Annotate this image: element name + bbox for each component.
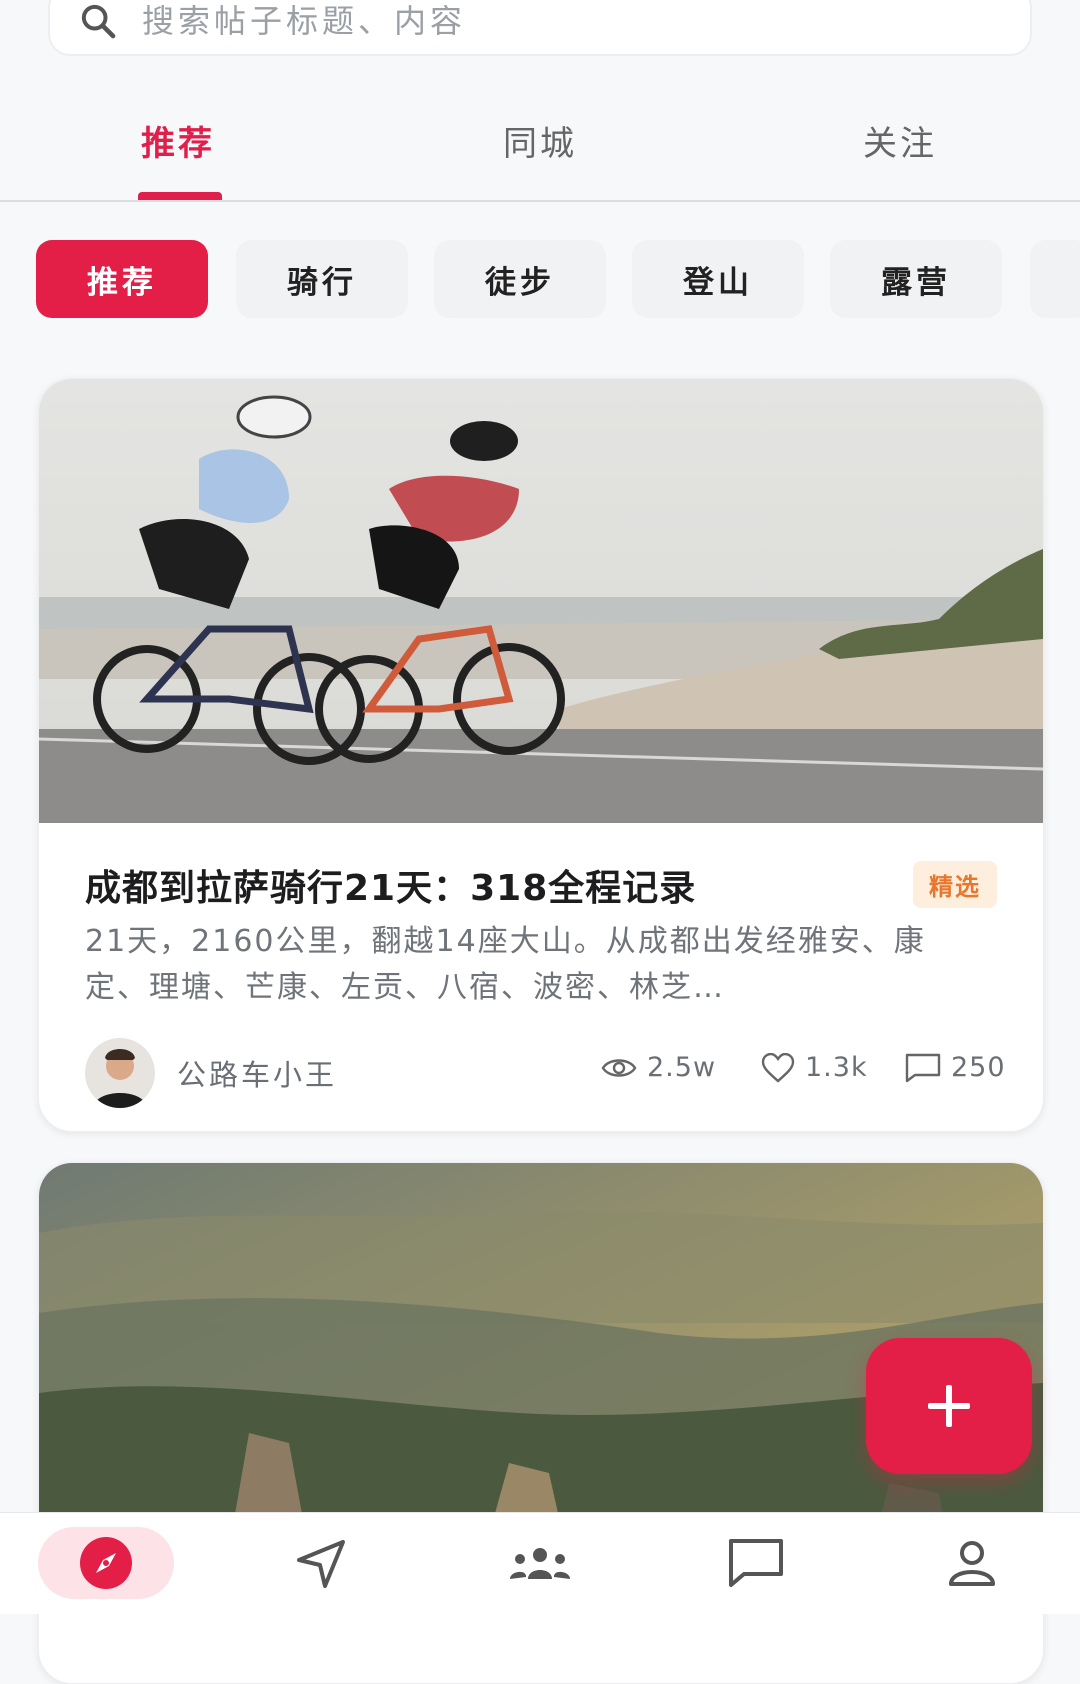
compass-icon <box>80 1537 132 1589</box>
comments-stat[interactable]: 250 <box>905 1052 1006 1083</box>
tab-active-indicator <box>138 192 222 200</box>
tab-recommend[interactable]: 推荐 <box>141 116 215 165</box>
nav-discover[interactable] <box>38 1527 174 1599</box>
nav-community[interactable] <box>472 1527 608 1599</box>
post-cover-image <box>39 379 1043 823</box>
plus-icon <box>928 1385 970 1427</box>
search-icon <box>81 4 116 39</box>
heart-icon <box>761 1052 795 1083</box>
send-icon <box>297 1540 345 1588</box>
bottom-nav <box>0 1512 1080 1614</box>
category-chip-camping[interactable]: 露营 <box>830 240 1002 318</box>
comments-count: 250 <box>951 1052 1006 1083</box>
post-title[interactable]: 成都到拉萨骑行21天：318全程记录 <box>85 859 696 911</box>
feed-tabs: 推荐 同城 关注 <box>0 96 1080 202</box>
post-meta: 公路车小王 2.5w 1.3k 250 <box>85 1038 1005 1108</box>
likes-count: 1.3k <box>805 1052 868 1083</box>
comment-icon <box>905 1053 941 1082</box>
category-chip-mountaineering[interactable]: 登山 <box>632 240 804 318</box>
author-avatar[interactable] <box>85 1038 155 1108</box>
profile-icon <box>949 1541 995 1586</box>
category-chip-cycling[interactable]: 骑行 <box>236 240 408 318</box>
featured-badge: 精选 <box>913 861 997 908</box>
nav-share[interactable] <box>254 1527 390 1599</box>
author-name[interactable]: 公路车小王 <box>177 1052 337 1094</box>
group-icon <box>510 1548 570 1579</box>
nav-profile[interactable] <box>904 1527 1040 1599</box>
create-post-button[interactable] <box>866 1338 1032 1474</box>
tab-following[interactable]: 关注 <box>863 116 937 165</box>
message-icon <box>729 1539 783 1587</box>
views-count: 2.5w <box>647 1052 717 1083</box>
category-chip-hiking[interactable]: 徒步 <box>434 240 606 318</box>
post-body: 成都到拉萨骑行21天：318全程记录 精选 21天，2160公里，翻越14座大山… <box>39 823 1043 1131</box>
search-bar[interactable] <box>48 0 1032 56</box>
likes-stat[interactable]: 1.3k <box>761 1052 868 1083</box>
views-stat: 2.5w <box>601 1052 716 1083</box>
search-input[interactable] <box>140 1 844 41</box>
post-card[interactable]: 成都到拉萨骑行21天：318全程记录 精选 21天，2160公里，翻越14座大山… <box>38 378 1044 1132</box>
nav-messages[interactable] <box>688 1527 824 1599</box>
category-chip-more[interactable] <box>1030 240 1080 318</box>
category-chip-recommend[interactable]: 推荐 <box>36 240 208 318</box>
tab-local[interactable]: 同城 <box>503 116 577 165</box>
eye-icon <box>601 1058 637 1077</box>
post-excerpt: 21天，2160公里，翻越14座大山。从成都出发经雅安、康定、理塘、芒康、左贡、… <box>85 924 926 1005</box>
